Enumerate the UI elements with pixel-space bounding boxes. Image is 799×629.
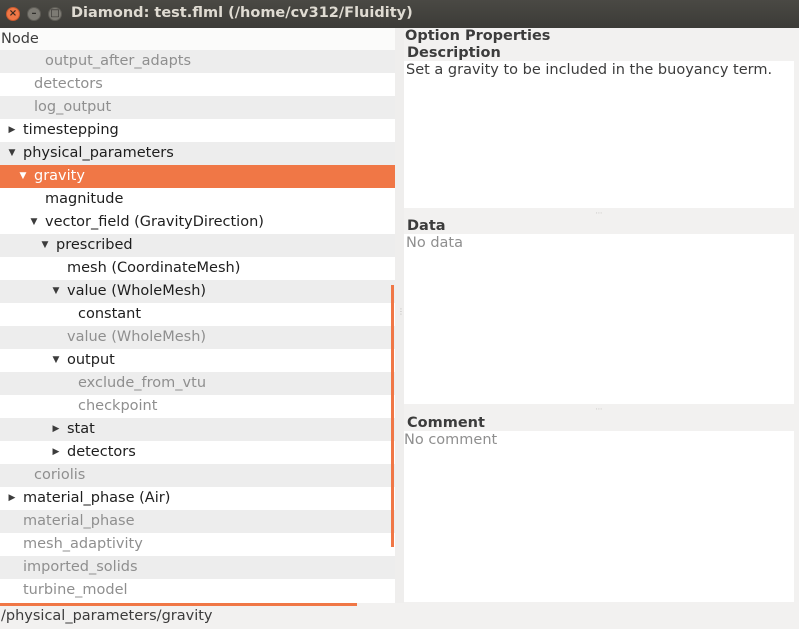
tree-row-label: stat <box>67 421 95 437</box>
tree-row-imported-solids[interactable]: imported_solids <box>0 556 395 579</box>
tree-row-checkpoint[interactable]: checkpoint <box>0 395 395 418</box>
tree-row-label: coriolis <box>34 467 86 483</box>
tree-row-mesh[interactable]: mesh (CoordinateMesh) <box>0 257 395 280</box>
tree-row-label: turbine_model <box>23 582 128 598</box>
tree-row-output[interactable]: ▼ output <box>0 349 395 372</box>
tree-row-label: vector_field (GravityDirection) <box>45 214 264 230</box>
tree-row-label: constant <box>78 306 142 322</box>
tree-row-label: output <box>67 352 115 368</box>
comment-text: No comment <box>404 432 498 448</box>
tree-row-constant[interactable]: constant <box>0 303 395 326</box>
tree-row-physical-parameters[interactable]: ▼ physical_parameters <box>0 142 395 165</box>
expander-expanded-icon[interactable]: ▼ <box>51 349 61 372</box>
pane-divider[interactable]: ⋮ <box>395 28 405 603</box>
status-bar: /physical_parameters/gravity <box>0 603 799 629</box>
tree-row-mesh-adaptivity[interactable]: mesh_adaptivity <box>0 533 395 556</box>
description-heading: Description <box>407 45 501 61</box>
tree-row-stat[interactable]: ▶ stat <box>0 418 395 441</box>
tree-row-value-wholemesh[interactable]: ▼ value (WholeMesh) <box>0 280 395 303</box>
tree-row-material-phase-air[interactable]: ▶ material_phase (Air) <box>0 487 395 510</box>
tree-scroll-indicator[interactable] <box>391 285 394 547</box>
tree-row-label: physical_parameters <box>23 145 174 161</box>
tree-row-material-phase[interactable]: material_phase <box>0 510 395 533</box>
tree-row-label: value (WholeMesh) <box>67 283 207 299</box>
tree-row-label: prescribed <box>56 237 133 253</box>
minimize-icon: – <box>31 8 37 19</box>
tree-row-vector-field[interactable]: ▼ vector_field (GravityDirection) <box>0 211 395 234</box>
expander-expanded-icon[interactable]: ▼ <box>51 280 61 303</box>
tree-row-turbine-model[interactable]: turbine_model <box>0 579 395 602</box>
tree-row-label: mesh (CoordinateMesh) <box>67 260 241 276</box>
expander-collapsed-icon[interactable]: ▶ <box>7 487 17 510</box>
tree-row-label: imported_solids <box>23 559 138 575</box>
tree-row-coriolis[interactable]: coriolis <box>0 464 395 487</box>
tree-row-detectors-output[interactable]: ▶ detectors <box>0 441 395 464</box>
data-panel[interactable]: No data <box>404 234 794 404</box>
expander-expanded-icon[interactable]: ▼ <box>29 211 39 234</box>
expander-collapsed-icon[interactable]: ▶ <box>7 119 17 142</box>
comment-heading: Comment <box>407 415 485 431</box>
tree-rows: output_after_adapts detectors log_output… <box>0 50 395 602</box>
status-path: /physical_parameters/gravity <box>1 608 213 624</box>
tree-row-label: log_output <box>34 99 112 115</box>
data-heading: Data <box>407 218 446 234</box>
pane-grip-icon: ⋮ <box>397 307 405 316</box>
expander-expanded-icon[interactable]: ▼ <box>7 142 17 165</box>
expander-collapsed-icon[interactable]: ▶ <box>51 418 61 441</box>
tree-row-label: gravity <box>34 168 85 184</box>
description-panel: Set a gravity to be included in the buoy… <box>404 61 794 208</box>
tree-row-label: exclude_from_vtu <box>78 375 207 391</box>
close-window-button[interactable]: × <box>6 7 20 21</box>
tree-row-label: timestepping <box>23 122 119 138</box>
tree-column-header-label: Node <box>1 31 39 47</box>
tree-row-prescribed[interactable]: ▼ prescribed <box>0 234 395 257</box>
maximize-icon: □ <box>50 8 60 19</box>
tree-row-label: value (WholeMesh) <box>67 329 207 345</box>
tree-row-magnitude[interactable]: magnitude <box>0 188 395 211</box>
tree-row-label: material_phase (Air) <box>23 490 171 506</box>
tree-row-label: output_after_adapts <box>45 53 192 69</box>
option-properties-title: Option Properties <box>405 28 551 44</box>
tree-row-detectors[interactable]: detectors <box>0 73 395 96</box>
tree-row-log-output[interactable]: log_output <box>0 96 395 119</box>
tree-column-header[interactable]: Node <box>0 28 395 52</box>
tree-row-gravity[interactable]: ▼ gravity <box>0 165 395 188</box>
comment-panel[interactable]: No comment <box>404 431 794 602</box>
tree-row-timestepping[interactable]: ▶ timestepping <box>0 119 395 142</box>
tree-row-label: material_phase <box>23 513 135 529</box>
description-text: Set a gravity to be included in the buoy… <box>406 62 773 78</box>
tree-row-value-wholemesh-inactive[interactable]: value (WholeMesh) <box>0 326 395 349</box>
tree-row-label: magnitude <box>45 191 124 207</box>
close-icon: × <box>8 8 18 19</box>
window-titlebar: × – □ Diamond: test.flml (/home/cv312/Fl… <box>0 0 799 28</box>
description-resize-handle[interactable]: ⋯ <box>404 209 794 217</box>
data-resize-handle[interactable]: ⋯ <box>404 405 794 413</box>
expander-collapsed-icon[interactable]: ▶ <box>51 441 61 464</box>
tree-row-exclude-from-vtu[interactable]: exclude_from_vtu <box>0 372 395 395</box>
tree-row-label: mesh_adaptivity <box>23 536 143 552</box>
maximize-window-button[interactable]: □ <box>48 7 62 21</box>
tree-row-label: detectors <box>34 76 103 92</box>
data-text: No data <box>406 235 463 251</box>
tree-row-output-after-adapts[interactable]: output_after_adapts <box>0 50 395 73</box>
expander-expanded-icon[interactable]: ▼ <box>40 234 50 257</box>
expander-expanded-icon[interactable]: ▼ <box>18 165 28 188</box>
node-tree-view[interactable]: Node output_after_adapts detectors log_o… <box>0 28 395 603</box>
tree-row-label: checkpoint <box>78 398 158 414</box>
status-progress-indicator <box>0 603 357 606</box>
minimize-window-button[interactable]: – <box>27 7 41 21</box>
tree-row-label: detectors <box>67 444 136 460</box>
window-title: Diamond: test.flml (/home/cv312/Fluidity… <box>71 5 413 21</box>
